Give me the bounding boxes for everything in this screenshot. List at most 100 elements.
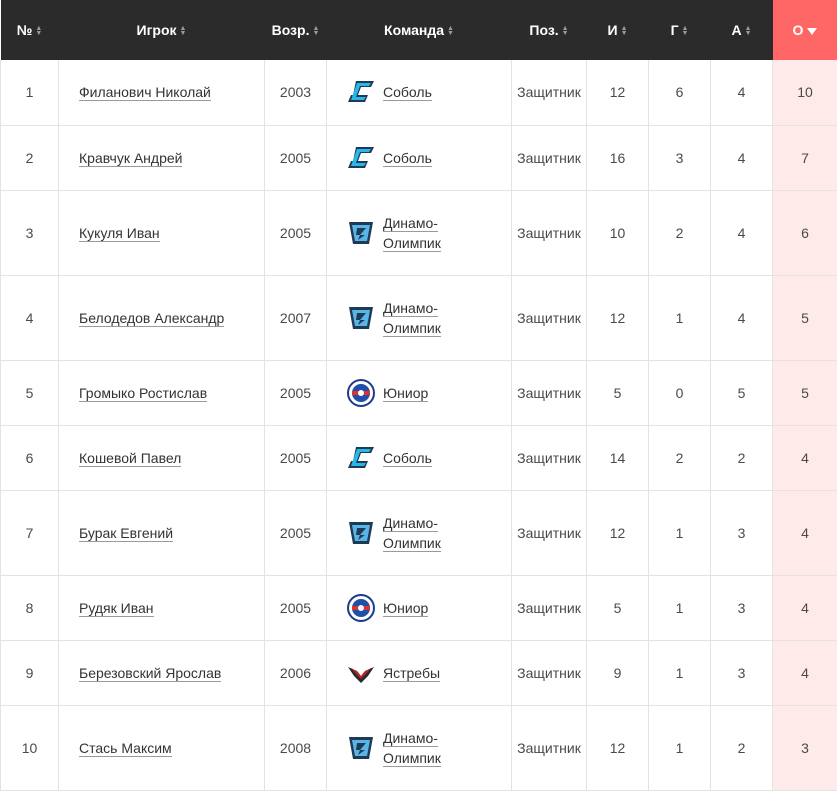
team-cell: Соболь (326, 60, 512, 126)
points-cell: 3 (772, 704, 837, 791)
team-link[interactable]: Динамо- Олимпик (383, 514, 441, 552)
sobol-logo-icon (347, 143, 375, 172)
team-cell: Динамо- Олимпик (326, 704, 512, 791)
row-num: 9 (0, 639, 59, 706)
stats-table: № ▲ ▼ Игрок ▲ ▼ Возр. ▲ ▼ Команда ▲ ▼ Поз. ▲ ▼ И ▲ ▼… (0, 0, 837, 791)
team-link[interactable]: Динамо- Олимпик (383, 729, 441, 767)
team-link[interactable]: Соболь (383, 449, 432, 467)
goals-cell: 1 (648, 574, 711, 641)
dinamo-olimpik-logo-icon (349, 306, 373, 329)
table-row: 1 Филанович Николай 2003 Соболь Защитник 12 6 4… (0, 60, 837, 126)
player-cell: Белодедов Александр (58, 274, 265, 361)
player-link[interactable]: Громыко Ростислав (79, 384, 208, 402)
player-link[interactable]: Рудяк Иван (79, 599, 154, 617)
assists-cell: 3 (710, 639, 773, 706)
games-cell: 14 (586, 424, 649, 491)
age-cell: 2005 (264, 489, 327, 576)
age-cell: 2005 (264, 574, 327, 641)
player-link[interactable]: Кравчук Андрей (79, 149, 183, 167)
player-link[interactable]: Кукуля Иван (79, 224, 160, 242)
column-header-team[interactable]: Команда ▲ ▼ (327, 0, 512, 60)
player-cell: Громыко Ростислав (58, 359, 265, 426)
points-cell: 4 (772, 424, 837, 491)
points-cell: 10 (772, 60, 837, 126)
dinamo-olimpik-logo-icon (349, 221, 373, 244)
column-header-player[interactable]: Игрок ▲ ▼ (59, 0, 265, 60)
team-cell: Юниор (326, 359, 512, 426)
player-link[interactable]: Стась Максим (79, 739, 172, 757)
points-cell: 4 (772, 489, 837, 576)
goals-cell: 2 (648, 424, 711, 491)
team-cell: Ястребы (326, 639, 512, 706)
assists-cell: 4 (710, 60, 773, 126)
table-row: 9 Березовский Ярослав 2006 Ястребы Защитник 9… (0, 639, 837, 706)
player-cell: Кравчук Андрей (58, 124, 265, 191)
games-cell: 12 (586, 274, 649, 361)
games-cell: 9 (586, 639, 649, 706)
table-row: 6 Кошевой Павел 2005 Соболь Защитник 14 2 2 4 (0, 424, 837, 491)
player-link[interactable]: Березовский Ярослав (79, 664, 222, 682)
team-cell: Соболь (326, 424, 512, 491)
column-header-assists[interactable]: А ▲ ▼ (711, 0, 773, 60)
sort-icon: ▲ ▼ (620, 25, 628, 38)
row-num: 4 (0, 274, 59, 361)
table-row: 5 Громыко Ростислав 2005 Юниор Защитник 5 0 5 5 (0, 359, 837, 426)
yastreby-logo-icon (348, 666, 374, 683)
assists-cell: 2 (710, 424, 773, 491)
team-cell: Соболь (326, 124, 512, 191)
row-num: 7 (0, 489, 59, 576)
player-cell: Березовский Ярослав (58, 639, 265, 706)
team-link[interactable]: Юниор (383, 599, 429, 617)
points-cell: 4 (772, 574, 837, 641)
team-link[interactable]: Соболь (383, 84, 432, 102)
games-cell: 5 (586, 574, 649, 641)
games-cell: 16 (586, 124, 649, 191)
sort-desc-icon (807, 27, 818, 35)
position-cell: Защитник (511, 639, 587, 706)
points-cell: 7 (772, 124, 837, 191)
team-cell: Юниор (326, 574, 512, 641)
player-link[interactable]: Филанович Николай (79, 84, 211, 102)
goals-cell: 1 (648, 274, 711, 361)
player-link[interactable]: Кошевой Павел (79, 449, 182, 467)
team-link[interactable]: Динамо- Олимпик (383, 299, 441, 337)
row-num: 10 (0, 704, 59, 791)
sort-icon: ▲ ▼ (312, 25, 320, 38)
junior-logo-icon (347, 593, 375, 622)
sort-icon: ▲ ▼ (179, 25, 187, 38)
games-cell: 12 (586, 489, 649, 576)
games-cell: 12 (586, 60, 649, 126)
goals-cell: 0 (648, 359, 711, 426)
sobol-logo-icon (347, 443, 375, 472)
games-cell: 12 (586, 704, 649, 791)
row-num: 8 (0, 574, 59, 641)
player-cell: Стась Максим (58, 704, 265, 791)
assists-cell: 4 (710, 274, 773, 361)
team-link[interactable]: Соболь (383, 149, 432, 167)
games-cell: 5 (586, 359, 649, 426)
points-cell: 5 (772, 274, 837, 361)
column-header-games[interactable]: И ▲ ▼ (587, 0, 649, 60)
age-cell: 2005 (264, 189, 327, 276)
table-row: 10 Стась Максим 2008 Динамо- Олимпик Защитник… (0, 704, 837, 791)
goals-cell: 1 (648, 489, 711, 576)
team-cell: Динамо- Олимпик (326, 274, 512, 361)
row-num: 2 (0, 124, 59, 191)
column-header-pos[interactable]: Поз. ▲ ▼ (512, 0, 587, 60)
goals-cell: 1 (648, 639, 711, 706)
player-link[interactable]: Бурак Евгений (79, 524, 174, 542)
player-cell: Филанович Николай (58, 60, 265, 126)
team-link[interactable]: Динамо- Олимпик (383, 214, 441, 252)
column-header-points[interactable]: О (772, 0, 837, 60)
player-link[interactable]: Белодедов Александр (79, 309, 225, 327)
column-header-age[interactable]: Возр. ▲ ▼ (265, 0, 327, 60)
team-link[interactable]: Юниор (383, 384, 429, 402)
table-row: 3 Кукуля Иван 2005 Динамо- Олимпик Защитник 10… (0, 189, 837, 276)
column-header-num[interactable]: № ▲ ▼ (1, 0, 59, 60)
column-header-goals[interactable]: Г ▲ ▼ (649, 0, 711, 60)
table-body: 1 Филанович Николай 2003 Соболь Защитник 12 6 4… (0, 60, 837, 791)
row-num: 5 (0, 359, 59, 426)
position-cell: Защитник (511, 124, 587, 191)
goals-cell: 1 (648, 704, 711, 791)
team-link[interactable]: Ястребы (383, 664, 441, 682)
